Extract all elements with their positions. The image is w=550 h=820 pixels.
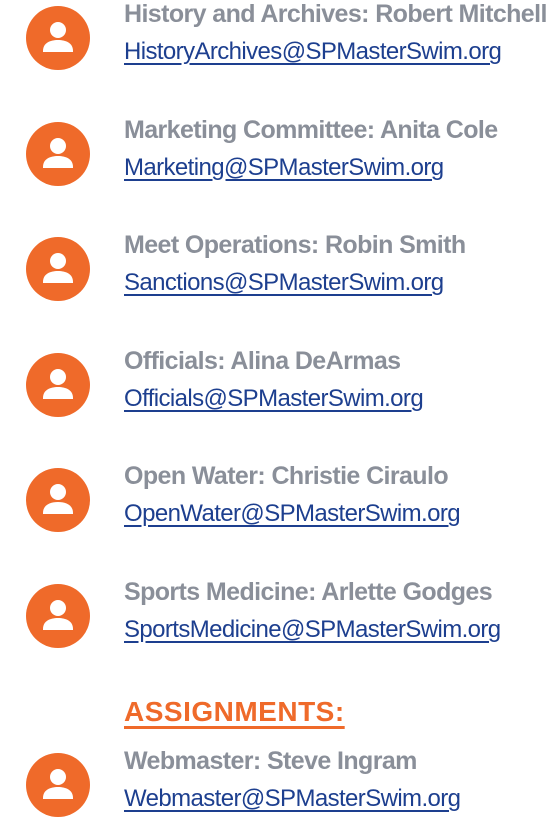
contact-email-link[interactable]: SportsMedicine@SPMasterSwim.org [124,612,501,648]
contact-email-link[interactable]: OpenWater@SPMasterSwim.org [124,496,461,532]
contact-role: Meet Operations: Robin Smith [124,231,466,259]
contact-email-link[interactable]: Webmaster@SPMasterSwim.org [124,781,461,817]
contact-item-meet-operations: Meet Operations: Robin Smith Sanctions@S… [0,227,550,317]
user-icon [26,237,90,301]
contact-item-marketing: Marketing Committee: Anita Cole Marketin… [0,112,550,202]
contact-email-link[interactable]: HistoryArchives@SPMasterSwim.org [124,34,502,70]
contact-item-sports-medicine: Sports Medicine: Arlette Godges SportsMe… [0,574,550,664]
contact-role: Officials: Alina DeArmas [124,347,401,375]
contact-role: Sports Medicine: Arlette Godges [124,578,493,606]
contact-email-link[interactable]: Sanctions@SPMasterSwim.org [124,265,444,301]
user-icon [26,353,90,417]
assignments-heading: ASSIGNMENTS: [124,696,345,727]
contact-role: History and Archives: Robert Mitchell [124,0,547,28]
contact-item-webmaster: Webmaster: Steve Ingram Webmaster@SPMast… [0,743,550,820]
contact-email-link[interactable]: Officials@SPMasterSwim.org [124,381,424,417]
contact-item-officials: Officials: Alina DeArmas Officials@SPMas… [0,343,550,433]
user-icon [26,753,90,817]
contact-role: Webmaster: Steve Ingram [124,747,417,775]
contact-item-open-water: Open Water: Christie Ciraulo OpenWater@S… [0,458,550,548]
contact-email-link[interactable]: Marketing@SPMasterSwim.org [124,150,444,186]
contact-item-history-archives: History and Archives: Robert Mitchell Hi… [0,0,550,86]
user-icon [26,584,90,648]
contact-role: Open Water: Christie Ciraulo [124,462,449,490]
user-icon [26,468,90,532]
contact-role: Marketing Committee: Anita Cole [124,116,498,144]
user-icon [26,6,90,70]
user-icon [26,122,90,186]
